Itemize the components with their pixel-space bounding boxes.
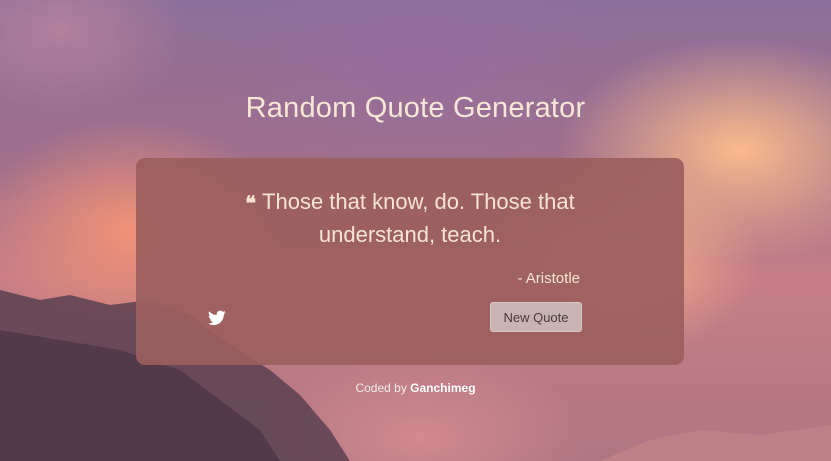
quote-block: ❝ Those that know, do. Those that underst…	[196, 186, 624, 251]
quote-card: ❝ Those that know, do. Those that underst…	[136, 158, 684, 365]
footer-author-link[interactable]: Ganchimeg	[410, 381, 475, 395]
footer: Coded by Ganchimeg	[0, 381, 831, 395]
new-quote-button[interactable]: New Quote	[490, 302, 582, 332]
page-title: Random Quote Generator	[245, 92, 586, 124]
quote-left-icon: ❝	[245, 191, 257, 215]
twitter-icon[interactable]	[208, 310, 226, 326]
quote-author: - Aristotle	[517, 270, 580, 287]
quote-text: Those that know, do. Those that understa…	[262, 189, 575, 247]
footer-prefix: Coded by	[355, 381, 407, 395]
